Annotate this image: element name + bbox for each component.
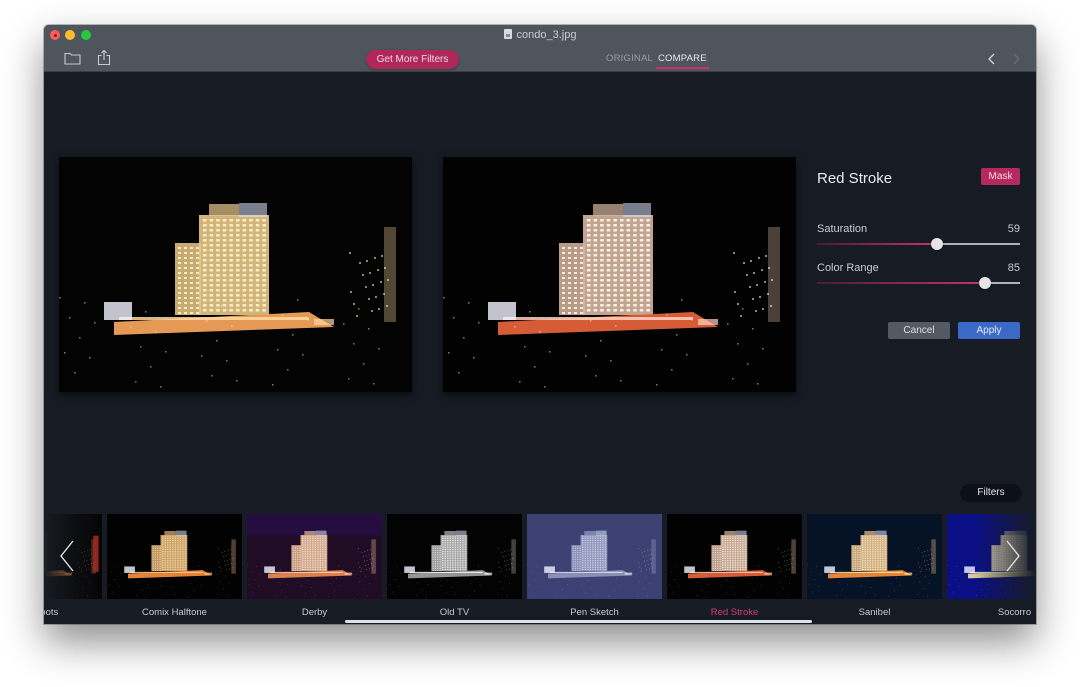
filter-thumbnail[interactable]	[947, 514, 1036, 599]
saturation-slider[interactable]	[817, 238, 1020, 250]
color-range-slider-thumb[interactable]	[979, 277, 992, 289]
filter-thumbnail[interactable]	[807, 514, 942, 599]
image-file-icon	[503, 29, 512, 39]
chevron-left-icon[interactable]	[985, 52, 999, 66]
mask-button[interactable]: Mask	[981, 168, 1020, 185]
color-range-value: 85	[1007, 262, 1020, 274]
filter-thumbnail[interactable]	[667, 514, 802, 599]
filter-thumbnail[interactable]	[247, 514, 382, 599]
filter-thumbnail-label[interactable]: Socorro	[947, 607, 1036, 618]
filter-thumbnail[interactable]	[107, 514, 242, 599]
window-title-text: condo_3.jpg	[516, 29, 577, 41]
strip-scrollbar[interactable]	[345, 620, 812, 623]
main-content: Red Stroke Mask Saturation 59 Color Rang…	[44, 72, 1036, 624]
share-icon[interactable]	[97, 49, 111, 71]
filter-thumbnail-label[interactable]: Red Stroke	[667, 607, 802, 618]
filter-thumbnail-label[interactable]: Old TV	[387, 607, 522, 618]
chevron-right-icon[interactable]	[1009, 52, 1023, 66]
saturation-value: 59	[1007, 223, 1020, 235]
filtered-image-preview[interactable]	[443, 157, 796, 392]
filter-thumbnail-label[interactable]: Light Spots	[44, 607, 102, 618]
folder-icon[interactable]	[64, 51, 81, 70]
filter-thumbnail-strip: Light Spots Comix Halftone Derby Old TV Pen …	[44, 513, 1036, 624]
tab-compare[interactable]: COMPARE	[656, 53, 709, 69]
tab-original[interactable]: ORIGINAL	[606, 53, 653, 64]
saturation-label: Saturation	[817, 223, 868, 235]
get-more-filters-button[interactable]: Get More Filters	[366, 50, 459, 69]
apply-button[interactable]: Apply	[958, 322, 1020, 339]
filter-thumbnail[interactable]	[527, 514, 662, 599]
chevron-left-icon[interactable]	[58, 538, 76, 574]
filter-thumbnail-label[interactable]: Derby	[247, 607, 382, 618]
saturation-slider-fill	[817, 243, 937, 245]
window-title: condo_3.jpg	[44, 27, 1036, 43]
color-range-slider[interactable]	[817, 277, 1020, 289]
chevron-right-icon[interactable]	[1004, 538, 1022, 574]
filter-thumbnail-label[interactable]: Comix Halftone	[107, 607, 242, 618]
saturation-slider-thumb[interactable]	[930, 238, 943, 250]
filter-name-heading: Red Stroke	[817, 170, 893, 187]
cancel-button[interactable]: Cancel	[888, 322, 950, 339]
filter-thumbnail-label[interactable]: Pen Sketch	[527, 607, 662, 618]
original-image-preview[interactable]	[59, 157, 412, 392]
app-window: condo_3.jpg Get More Filters ORIGINAL CO…	[44, 25, 1036, 624]
filters-button[interactable]: Filters	[960, 484, 1022, 502]
filter-thumbnail[interactable]	[387, 514, 522, 599]
filter-thumbnail-label[interactable]: Sanibel	[807, 607, 942, 618]
color-range-slider-fill	[817, 282, 986, 284]
color-range-label: Color Range	[817, 262, 879, 274]
titlebar: condo_3.jpg Get More Filters ORIGINAL CO…	[44, 25, 1036, 72]
